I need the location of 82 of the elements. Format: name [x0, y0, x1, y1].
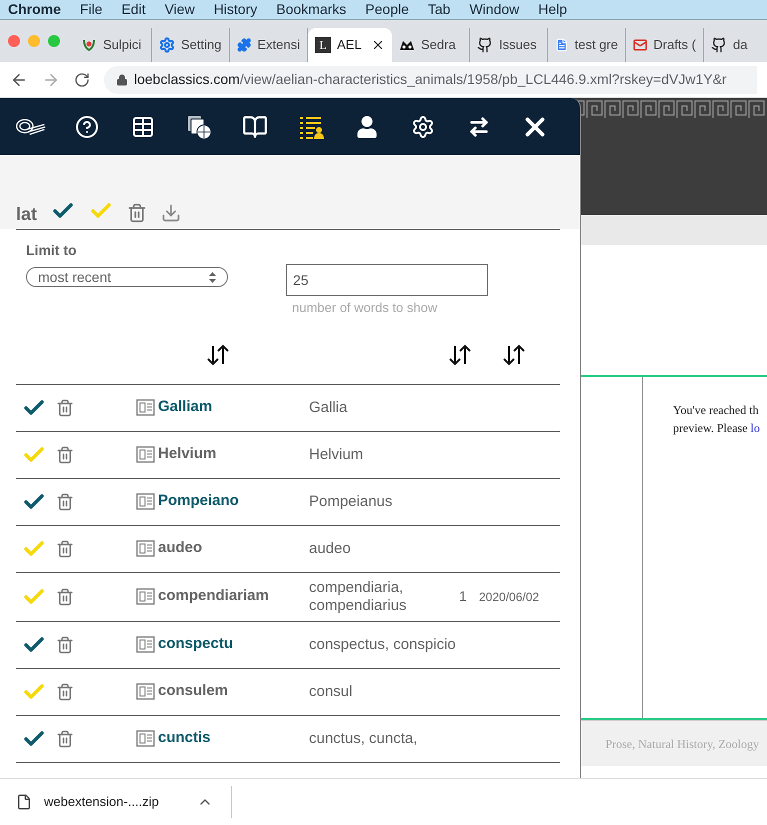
word-text[interactable]: compendiariam: [158, 585, 309, 608]
trash-icon[interactable]: [56, 682, 74, 700]
lemma-text: compendiaria, compendiarius: [309, 578, 408, 614]
limit-select[interactable]: most recent: [26, 267, 228, 287]
lemma-text: Pompeianus: [309, 492, 394, 510]
word-text[interactable]: Galliam: [158, 396, 309, 419]
lemma-text: consul: [309, 682, 354, 700]
download-item[interactable]: webextension-....zip: [44, 792, 159, 812]
word-text[interactable]: cunctis: [158, 727, 309, 750]
settings-icon[interactable]: [410, 114, 434, 138]
table-icon[interactable]: [130, 114, 154, 138]
count-text: 1: [459, 587, 468, 606]
menu-item[interactable]: Window: [469, 0, 520, 20]
card-icon[interactable]: [136, 446, 155, 463]
subjects-text: Prose, Natural History, Zoology: [605, 736, 759, 752]
lemma-text: Gallia: [309, 398, 348, 416]
file-icon: [16, 794, 32, 810]
mask-icon: [399, 39, 415, 51]
trash-icon[interactable]: [56, 492, 74, 510]
reload-icon[interactable]: [74, 72, 90, 88]
trash-icon[interactable]: [56, 588, 74, 606]
word-text[interactable]: Pompeiano: [158, 490, 309, 513]
card-icon[interactable]: [136, 399, 155, 416]
address-field[interactable]: loebclassics.com/view/aelian-characteristics_animals/1958/pb_LCL446.9.xml?rskey=dVJw1Y&r: [104, 66, 757, 94]
browser-tab[interactable]: L AEL: [308, 28, 392, 62]
menu-item[interactable]: File: [80, 0, 102, 20]
trash-icon[interactable]: [56, 636, 74, 654]
close-tab-icon[interactable]: [371, 38, 385, 52]
login-link[interactable]: lo: [750, 421, 760, 435]
lemma-text: conspectus, conspicio: [309, 636, 457, 654]
help-icon[interactable]: [74, 114, 98, 138]
sort-icon[interactable]: [448, 344, 472, 366]
word-text[interactable]: conspectu: [158, 633, 309, 656]
card-icon[interactable]: [136, 588, 155, 605]
trash-icon[interactable]: [127, 203, 148, 223]
menu-item[interactable]: History: [214, 0, 258, 20]
sort-icon[interactable]: [206, 344, 230, 366]
language-label: lat: [16, 205, 38, 223]
limit-label: Limit to: [26, 241, 78, 260]
trash-icon[interactable]: [56, 540, 74, 558]
trash-icon[interactable]: [56, 398, 74, 416]
app-menu[interactable]: Chrome: [8, 0, 61, 20]
card-icon[interactable]: [136, 636, 155, 653]
lemma-text: audeo: [309, 540, 352, 558]
sort-icon[interactable]: [502, 344, 526, 366]
swap-icon[interactable]: [468, 116, 490, 138]
word-text[interactable]: Helvium: [158, 443, 309, 466]
lemma-text: cunctus, cuncta,: [309, 730, 418, 748]
trash-icon[interactable]: [56, 730, 74, 748]
word-count-hint: number of words to show: [291, 299, 438, 317]
download-icon[interactable]: [161, 203, 182, 223]
menu-item[interactable]: Tab: [428, 0, 450, 20]
lemma-text: Helvium: [309, 446, 364, 464]
date-text: 2020/06/02: [479, 588, 540, 606]
book-icon[interactable]: [242, 114, 268, 140]
gear-icon: [159, 37, 175, 53]
notice-text: You've reached th preview. Please lo: [672, 402, 760, 437]
card-icon[interactable]: [136, 683, 155, 700]
user-icon[interactable]: [356, 116, 378, 138]
close-window-button[interactable]: [8, 35, 20, 47]
lock-icon: [116, 74, 128, 86]
menu-item[interactable]: Bookmarks: [276, 0, 346, 20]
menu-item[interactable]: People: [365, 0, 409, 20]
puzzle-icon: [237, 37, 252, 53]
menu-item[interactable]: Help: [538, 0, 568, 20]
word-text[interactable]: consulem: [158, 680, 309, 703]
url-text: loebclassics.com/view/aelian-characteristics_animals/1958/pb_LCL446.9.xml?rskey=dVJw1Y&r: [134, 70, 727, 89]
letter-icon: L: [315, 37, 331, 53]
trash-icon[interactable]: [56, 446, 74, 464]
word-count-field[interactable]: 25: [286, 264, 488, 296]
select-arrows-icon: [209, 272, 216, 282]
github-icon: [477, 37, 493, 53]
mail-icon: [633, 37, 648, 53]
card-icon[interactable]: [136, 493, 155, 510]
card-icon[interactable]: [136, 540, 155, 557]
menu-item[interactable]: View: [164, 0, 195, 20]
cards-icon[interactable]: [186, 114, 212, 140]
card-icon[interactable]: [136, 730, 155, 747]
menu-item[interactable]: Edit: [121, 0, 146, 20]
word-text[interactable]: audeo: [158, 537, 309, 560]
github-icon: [711, 37, 727, 53]
document-icon: [555, 37, 569, 53]
